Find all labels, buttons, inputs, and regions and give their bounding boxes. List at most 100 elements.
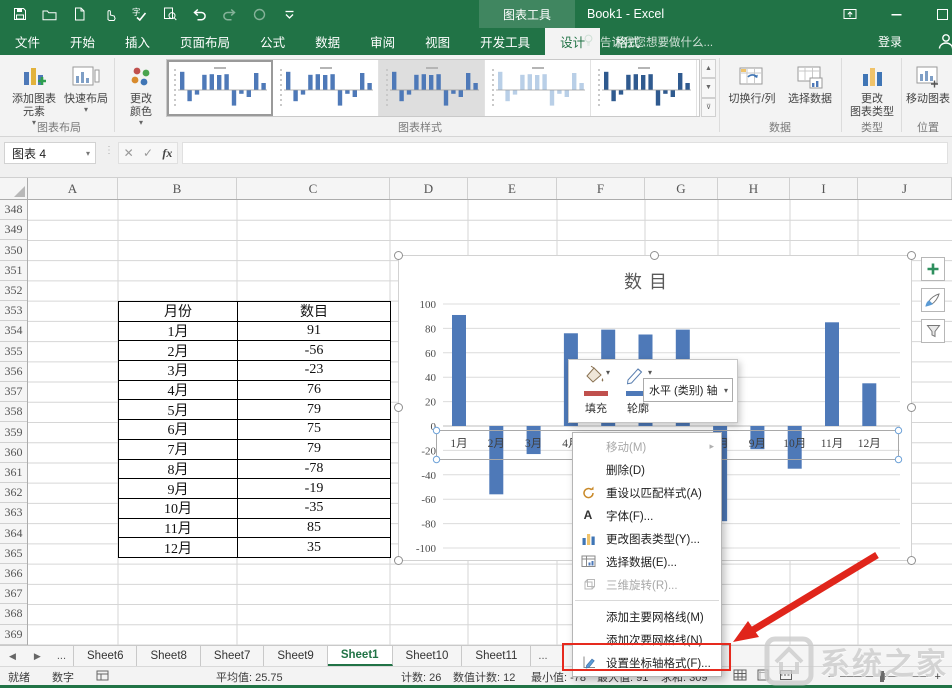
row-header[interactable]: 354 [0,321,27,341]
axis-selection-handle[interactable] [433,456,439,462]
normal-view-icon[interactable] [733,669,747,684]
column-header[interactable]: G [645,178,718,199]
zoom-slider-thumb[interactable] [880,671,884,682]
x-axis-tick-label[interactable]: 9月 [749,438,766,450]
table-cell-month[interactable]: 2月 [119,341,238,360]
column-header[interactable]: C [237,178,390,199]
x-axis-tick-label[interactable]: 11月 [821,438,844,450]
row-header[interactable]: 368 [0,604,27,624]
refresh-icon[interactable] [252,7,267,22]
sheet-tabs-overflow-right[interactable]: ... [531,646,554,666]
sheet-tab[interactable]: Sheet7 [201,646,264,666]
change-chart-type-button[interactable]: 更改 图表类型 [845,58,899,119]
ribbon-tab[interactable]: 视图 [410,28,465,55]
table-cell-value[interactable]: -56 [238,341,390,360]
ribbon-tab[interactable]: 公式 [245,28,300,55]
page-break-view-icon[interactable] [779,669,793,684]
zoom-slider[interactable] [840,676,928,677]
chart-style-thumbnail[interactable] [485,60,591,116]
table-cell-month[interactable]: 12月 [119,538,238,557]
chart-style-thumbnail[interactable] [273,60,379,116]
table-cell-month[interactable]: 5月 [119,400,238,419]
row-header[interactable]: 353 [0,301,27,321]
cancel-icon[interactable]: ✕ [124,146,134,160]
table-cell-month[interactable]: 3月 [119,361,238,380]
ribbon-tab[interactable]: 开始 [55,28,110,55]
open-icon[interactable] [42,7,57,22]
change-colors-button[interactable]: 更改 颜色 ▾ [118,58,164,126]
row-header[interactable]: 362 [0,483,27,503]
sheet-tab[interactable]: Sheet6 [73,646,137,666]
ribbon-tab[interactable]: 文件 [0,28,55,55]
column-header[interactable]: J [858,178,952,199]
ribbon-tab[interactable]: 插入 [110,28,165,55]
fill-color-button[interactable]: ▾ 填充 [577,365,615,416]
x-axis-tick-label[interactable]: 1月 [450,438,467,450]
table-cell-value[interactable]: 75 [238,420,390,439]
enter-icon[interactable]: ✓ [143,146,153,160]
table-cell-month[interactable]: 4月 [119,381,238,400]
redo-icon[interactable] [222,7,237,22]
zoom-out-button[interactable]: − [828,671,834,683]
row-header[interactable]: 350 [0,240,27,260]
row-header[interactable]: 360 [0,443,27,463]
sheet-tab[interactable]: Sheet11 [462,646,531,666]
save-icon[interactable] [12,7,27,22]
row-header[interactable]: 352 [0,281,27,301]
column-header[interactable]: E [468,178,557,199]
switch-row-column-button[interactable]: 切换行/列 [723,58,781,106]
chart-handle-bottom-right[interactable] [907,556,916,565]
chart-style-thumbnail[interactable] [379,60,485,116]
formula-input[interactable] [182,142,948,164]
gallery-scroll-up-icon[interactable]: ▲ [701,59,716,78]
table-cell-month[interactable]: 6月 [119,420,238,439]
chart-style-thumbnail[interactable] [591,60,697,116]
row-header[interactable]: 367 [0,584,27,604]
table-cell-value[interactable]: -19 [238,479,390,498]
chart-bar[interactable] [489,426,503,494]
chart-handle-bottom-left[interactable] [394,556,403,565]
ribbon-tab[interactable]: 数据 [300,28,355,55]
chart-element-dropdown[interactable]: 水平 (类别) 轴 ▾ [643,378,733,402]
table-cell-value[interactable]: 91 [238,322,390,341]
chart-handle-top-left[interactable] [394,251,403,260]
axis-selection-handle[interactable] [895,456,901,462]
x-axis-tick-label[interactable]: 3月 [525,438,542,450]
table-cell-value[interactable]: 35 [238,538,390,557]
table-cell-value[interactable]: 79 [238,400,390,419]
chart-bar[interactable] [862,383,876,426]
row-header[interactable]: 349 [0,220,27,240]
x-axis-tick-label[interactable]: 10月 [783,438,806,450]
row-header[interactable]: 363 [0,503,27,523]
move-chart-button[interactable]: 移动图表 [904,58,952,106]
context-menu-item[interactable]: 选择数据(E)... [573,550,721,573]
column-header[interactable]: F [557,178,645,199]
sheet-tab[interactable]: Sheet1 [328,646,393,666]
ribbon-display-options-icon[interactable] [842,6,858,22]
share-person-icon[interactable] [938,33,952,55]
chart-handle-top-right[interactable] [907,251,916,260]
column-header[interactable]: H [718,178,790,199]
sheet-tab[interactable]: Sheet10 [393,646,463,666]
table-cell-month[interactable]: 10月 [119,499,238,518]
chart-handle-top-middle[interactable] [650,251,659,260]
select-all-corner[interactable] [0,178,28,200]
chart-elements-button[interactable] [921,257,945,281]
minimize-icon[interactable] [888,6,904,22]
context-menu-item[interactable]: 重设以匹配样式(A) [573,481,721,504]
ribbon-tab[interactable]: 页面布局 [165,28,245,55]
row-header[interactable]: 359 [0,422,27,442]
context-menu-item[interactable]: 添加主要网格线(M) [573,605,721,628]
touch-mode-icon[interactable] [102,7,117,22]
axis-selection-handle[interactable] [895,427,901,433]
table-cell-value[interactable]: -35 [238,499,390,518]
tell-me-box[interactable]: 告诉我您想要做什么... [583,28,713,55]
select-data-button[interactable]: 选择数据 [783,58,837,106]
new-file-icon[interactable] [72,7,87,22]
ribbon-tab[interactable]: 审阅 [355,28,410,55]
axis-selection-handle[interactable] [433,427,439,433]
zoom-in-button[interactable]: + [934,671,940,683]
table-cell-value[interactable]: 79 [238,440,390,459]
table-cell-month[interactable]: 11月 [119,519,238,538]
chart-styles-button[interactable] [921,288,945,312]
